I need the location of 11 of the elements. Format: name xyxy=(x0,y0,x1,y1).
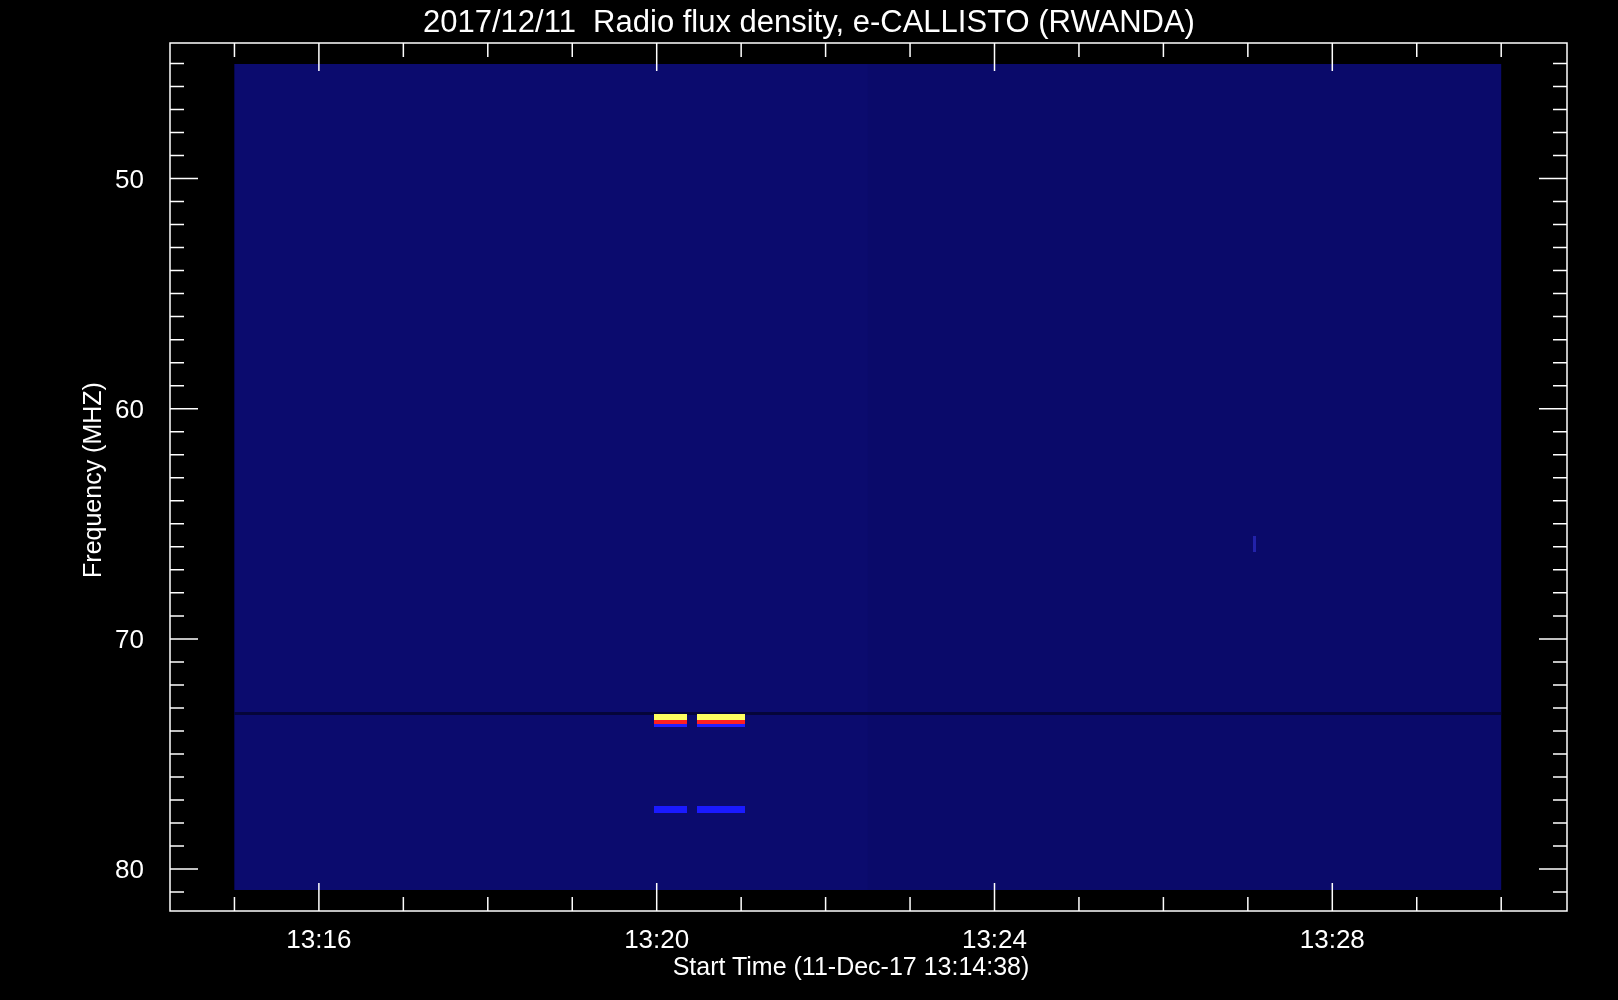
x-axis-label: Start Time (11-Dec-17 13:14:38) xyxy=(672,952,1030,980)
chart-title: 2017/12/11 Radio flux density, e-CALLISTO (RWANDA) xyxy=(423,4,1195,39)
y-tick-label: 60 xyxy=(115,393,144,424)
y-tick-label: 70 xyxy=(115,623,144,654)
y-tick-label: 50 xyxy=(115,163,144,194)
x-tick-label: 13:20 xyxy=(624,924,690,954)
x-tick-label: 13:24 xyxy=(961,924,1028,954)
y-tick-label: 80 xyxy=(115,854,144,885)
x-tick-label: 13:16 xyxy=(286,924,352,954)
y-axis-label: Frequency (MHZ) xyxy=(78,382,106,578)
x-tick-label: 13:28 xyxy=(1299,924,1365,954)
